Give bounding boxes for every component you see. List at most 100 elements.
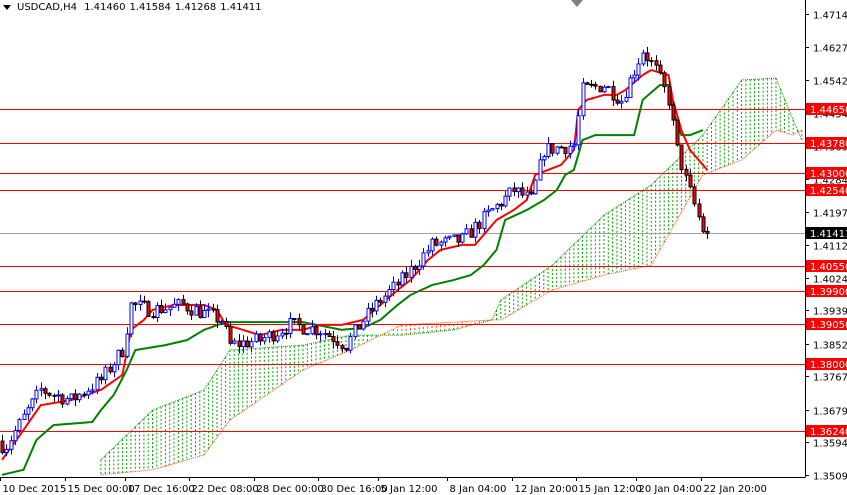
bear-candle [456,234,461,243]
senkou-span-a-line [100,77,803,461]
bull-candle [486,209,491,213]
bear-candle [697,203,702,218]
bear-candle [469,228,474,238]
price-tick-label: 1.45420 [813,77,847,88]
bear-candle [159,305,164,314]
ichimoku-cloud [100,77,803,476]
time-tick-label: 22 Dec 08:00 [192,484,259,495]
bear-candle [654,60,659,66]
bull-candle [202,309,207,319]
time-tick-label: 15 Dec 00:00 [68,484,135,495]
bull-candle [632,74,637,79]
bull-candle [555,146,560,154]
price-tick-label: 1.39395 [813,307,847,318]
bear-candle [60,394,65,405]
bear-candle [688,174,693,188]
time-tick-label: 28 Dec 00:00 [257,484,324,495]
bull-candle [194,306,199,316]
axes: 1.471451.462701.454201.445451.436951.428… [0,0,847,495]
bear-candle [589,83,594,86]
bull-candle [280,332,285,337]
bull-candle [86,390,91,396]
bear-candle [684,169,689,176]
bull-candle [366,307,371,322]
bull-candle [533,179,538,195]
bull-candle [318,333,323,336]
bull-candle [138,300,143,306]
level-label: 1.39050 [810,320,847,331]
price-tick-label: 1.36795 [813,407,847,418]
bear-candle [645,52,650,62]
bear-candle [185,303,190,312]
bull-candle [374,299,379,312]
bull-candle [206,308,211,311]
bull-candle [383,295,388,303]
bull-candle [482,211,487,230]
bear-candle [73,393,78,401]
time-tick-label: 8 Jan 04:00 [450,484,507,495]
bull-candle [606,86,611,89]
bull-candle [65,398,70,405]
bear-candle [396,281,401,286]
bear-candle [181,299,186,305]
level-label: 1.39900 [810,287,847,298]
bull-candle [353,324,358,338]
bull-candle [348,336,353,351]
bull-candle [116,349,121,366]
bear-candle [563,146,568,154]
bull-candle [464,228,469,235]
bear-candle [297,318,302,326]
bull-candle [241,340,246,348]
price-tick-label: 1.46270 [813,44,847,55]
bull-candle [387,288,392,297]
bull-candle [546,143,551,157]
time-tick-label: 10 Dec 2015 [3,484,67,495]
price-chart[interactable]: 1.471451.462701.454201.445451.436951.428… [0,0,847,495]
bear-candle [327,333,332,337]
price-tick-label: 1.40245 [813,275,847,286]
level-label: 1.38000 [810,360,847,371]
time-tick-label: 5 Jan 12:00 [381,484,438,495]
bull-candle [95,376,100,391]
bull-candle [452,234,457,237]
bull-candle [219,320,224,323]
bull-candle [9,440,14,450]
bear-candle [705,230,710,234]
bull-candle [568,145,573,154]
level-label: 1.44650 [810,105,847,116]
senkou-span-b-line [100,129,803,476]
bull-candle [262,337,267,342]
bull-candle [103,366,108,381]
time-tick-label: 30 Dec 16:00 [321,484,388,495]
bull-candle [417,265,422,270]
bear-candle [133,302,138,306]
chart-shift-marker-icon[interactable] [571,0,583,7]
bull-candle [163,309,168,314]
price-tick-label: 1.35095 [813,472,847,483]
bear-candle [512,187,517,193]
bear-candle [499,203,504,207]
bear-candle [357,324,362,330]
bear-candle [301,324,306,335]
bear-candle [679,144,684,171]
bull-candle [34,389,39,400]
price-tick-label: 1.37670 [813,373,847,384]
time-tick-label: 20 Jan 04:00 [639,484,702,495]
bear-candle [344,347,349,351]
bull-candle [490,208,495,211]
bear-candle [649,60,654,63]
bull-candle [168,306,173,311]
bear-candle [675,119,680,146]
current-price-label: 1.41411 [810,229,847,240]
price-tick-label: 1.38520 [813,341,847,352]
bear-candle [189,310,194,316]
bear-candle [615,99,620,104]
bear-candle [529,191,534,195]
bear-candle [559,146,564,149]
bear-candle [228,326,233,344]
bull-candle [288,317,293,335]
bull-candle [275,335,280,342]
time-tick-label: 17 Dec 16:00 [128,484,195,495]
bear-candle [82,393,87,396]
bear-candle [120,349,125,358]
